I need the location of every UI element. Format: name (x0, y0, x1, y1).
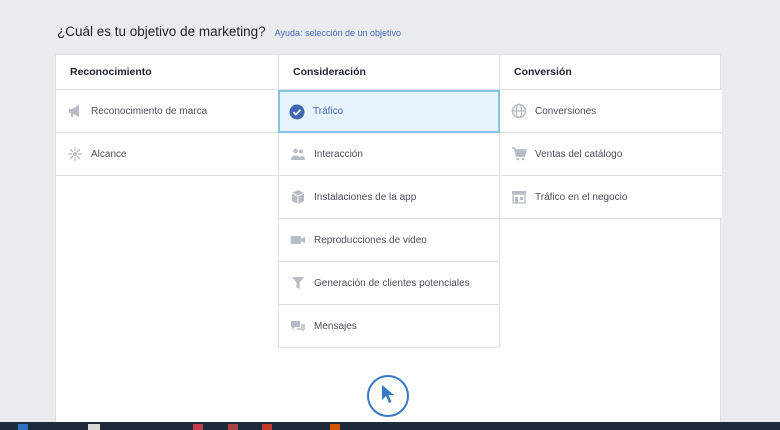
globe-icon (511, 103, 527, 119)
objective-label: Tráfico (313, 106, 344, 117)
objective-reproducciones-video[interactable]: Reproducciones de video (278, 219, 500, 262)
taskbar-app-icon[interactable] (193, 424, 203, 430)
objectives-panel: Reconocimiento Reconocimiento de marca A… (55, 54, 722, 430)
objective-label: Generación de clientes potenciales (314, 277, 470, 289)
column-consideracion: Consideración Tráfico Interacción Instal… (278, 55, 500, 348)
box-icon (290, 189, 306, 205)
objective-generacion-clientes[interactable]: Generación de clientes potenciales (278, 262, 500, 305)
objective-label: Mensajes (314, 320, 357, 332)
objective-alcance[interactable]: Alcance (56, 133, 278, 176)
column-header: Consideración (278, 55, 500, 90)
column-reconocimiento: Reconocimiento Reconocimiento de marca A… (56, 55, 278, 176)
objective-label: Reconocimiento de marca (91, 105, 208, 117)
objective-header: ¿Cuál es tu objetivo de marketing? Ayuda… (57, 24, 401, 39)
chat-bubbles-icon (290, 318, 306, 334)
objective-label: Alcance (91, 148, 127, 160)
check-circle-icon (289, 104, 305, 120)
video-camera-icon (290, 232, 306, 248)
page-title: ¿Cuál es tu objetivo de marketing? (57, 24, 266, 39)
column-header: Conversión (500, 55, 722, 90)
objective-label: Tráfico en el negocio (535, 191, 628, 203)
objective-instalaciones-app[interactable]: Instalaciones de la app (278, 176, 500, 219)
taskbar-app-icon[interactable] (88, 424, 100, 430)
funnel-icon (290, 275, 306, 291)
objective-interaccion[interactable]: Interacción (278, 133, 500, 176)
objective-trafico-negocio[interactable]: Tráfico en el negocio (500, 176, 722, 219)
column-header: Reconocimiento (56, 55, 278, 90)
objective-label: Conversiones (535, 105, 597, 117)
objective-mensajes[interactable]: Mensajes (278, 305, 500, 348)
objective-label: Ventas del catálogo (535, 148, 623, 160)
cursor-highlight (367, 375, 409, 417)
objective-label: Interacción (314, 148, 363, 160)
taskbar-app-icon[interactable] (262, 424, 272, 430)
cursor-arrow-icon (381, 384, 395, 409)
objective-label: Instalaciones de la app (314, 191, 417, 203)
storefront-icon (511, 189, 527, 205)
taskbar-app-icon[interactable] (18, 424, 28, 430)
shopping-cart-icon (511, 146, 527, 162)
objective-ventas-catalogo[interactable]: Ventas del catálogo (500, 133, 722, 176)
reach-icon (67, 146, 83, 162)
megaphone-icon (67, 103, 83, 119)
taskbar-app-icon[interactable] (330, 424, 340, 430)
objective-label: Reproducciones de video (314, 234, 427, 246)
objective-reconocimiento-de-marca[interactable]: Reconocimiento de marca (56, 90, 278, 133)
objective-trafico[interactable]: Tráfico (278, 90, 500, 133)
help-link[interactable]: Ayuda: selección de un objetivo (275, 28, 401, 38)
taskbar-app-icon[interactable] (228, 424, 238, 430)
objective-conversiones[interactable]: Conversiones (500, 90, 722, 133)
column-conversion: Conversión Conversiones Ventas del catál… (500, 55, 722, 219)
people-icon (290, 146, 306, 162)
taskbar (0, 422, 780, 430)
